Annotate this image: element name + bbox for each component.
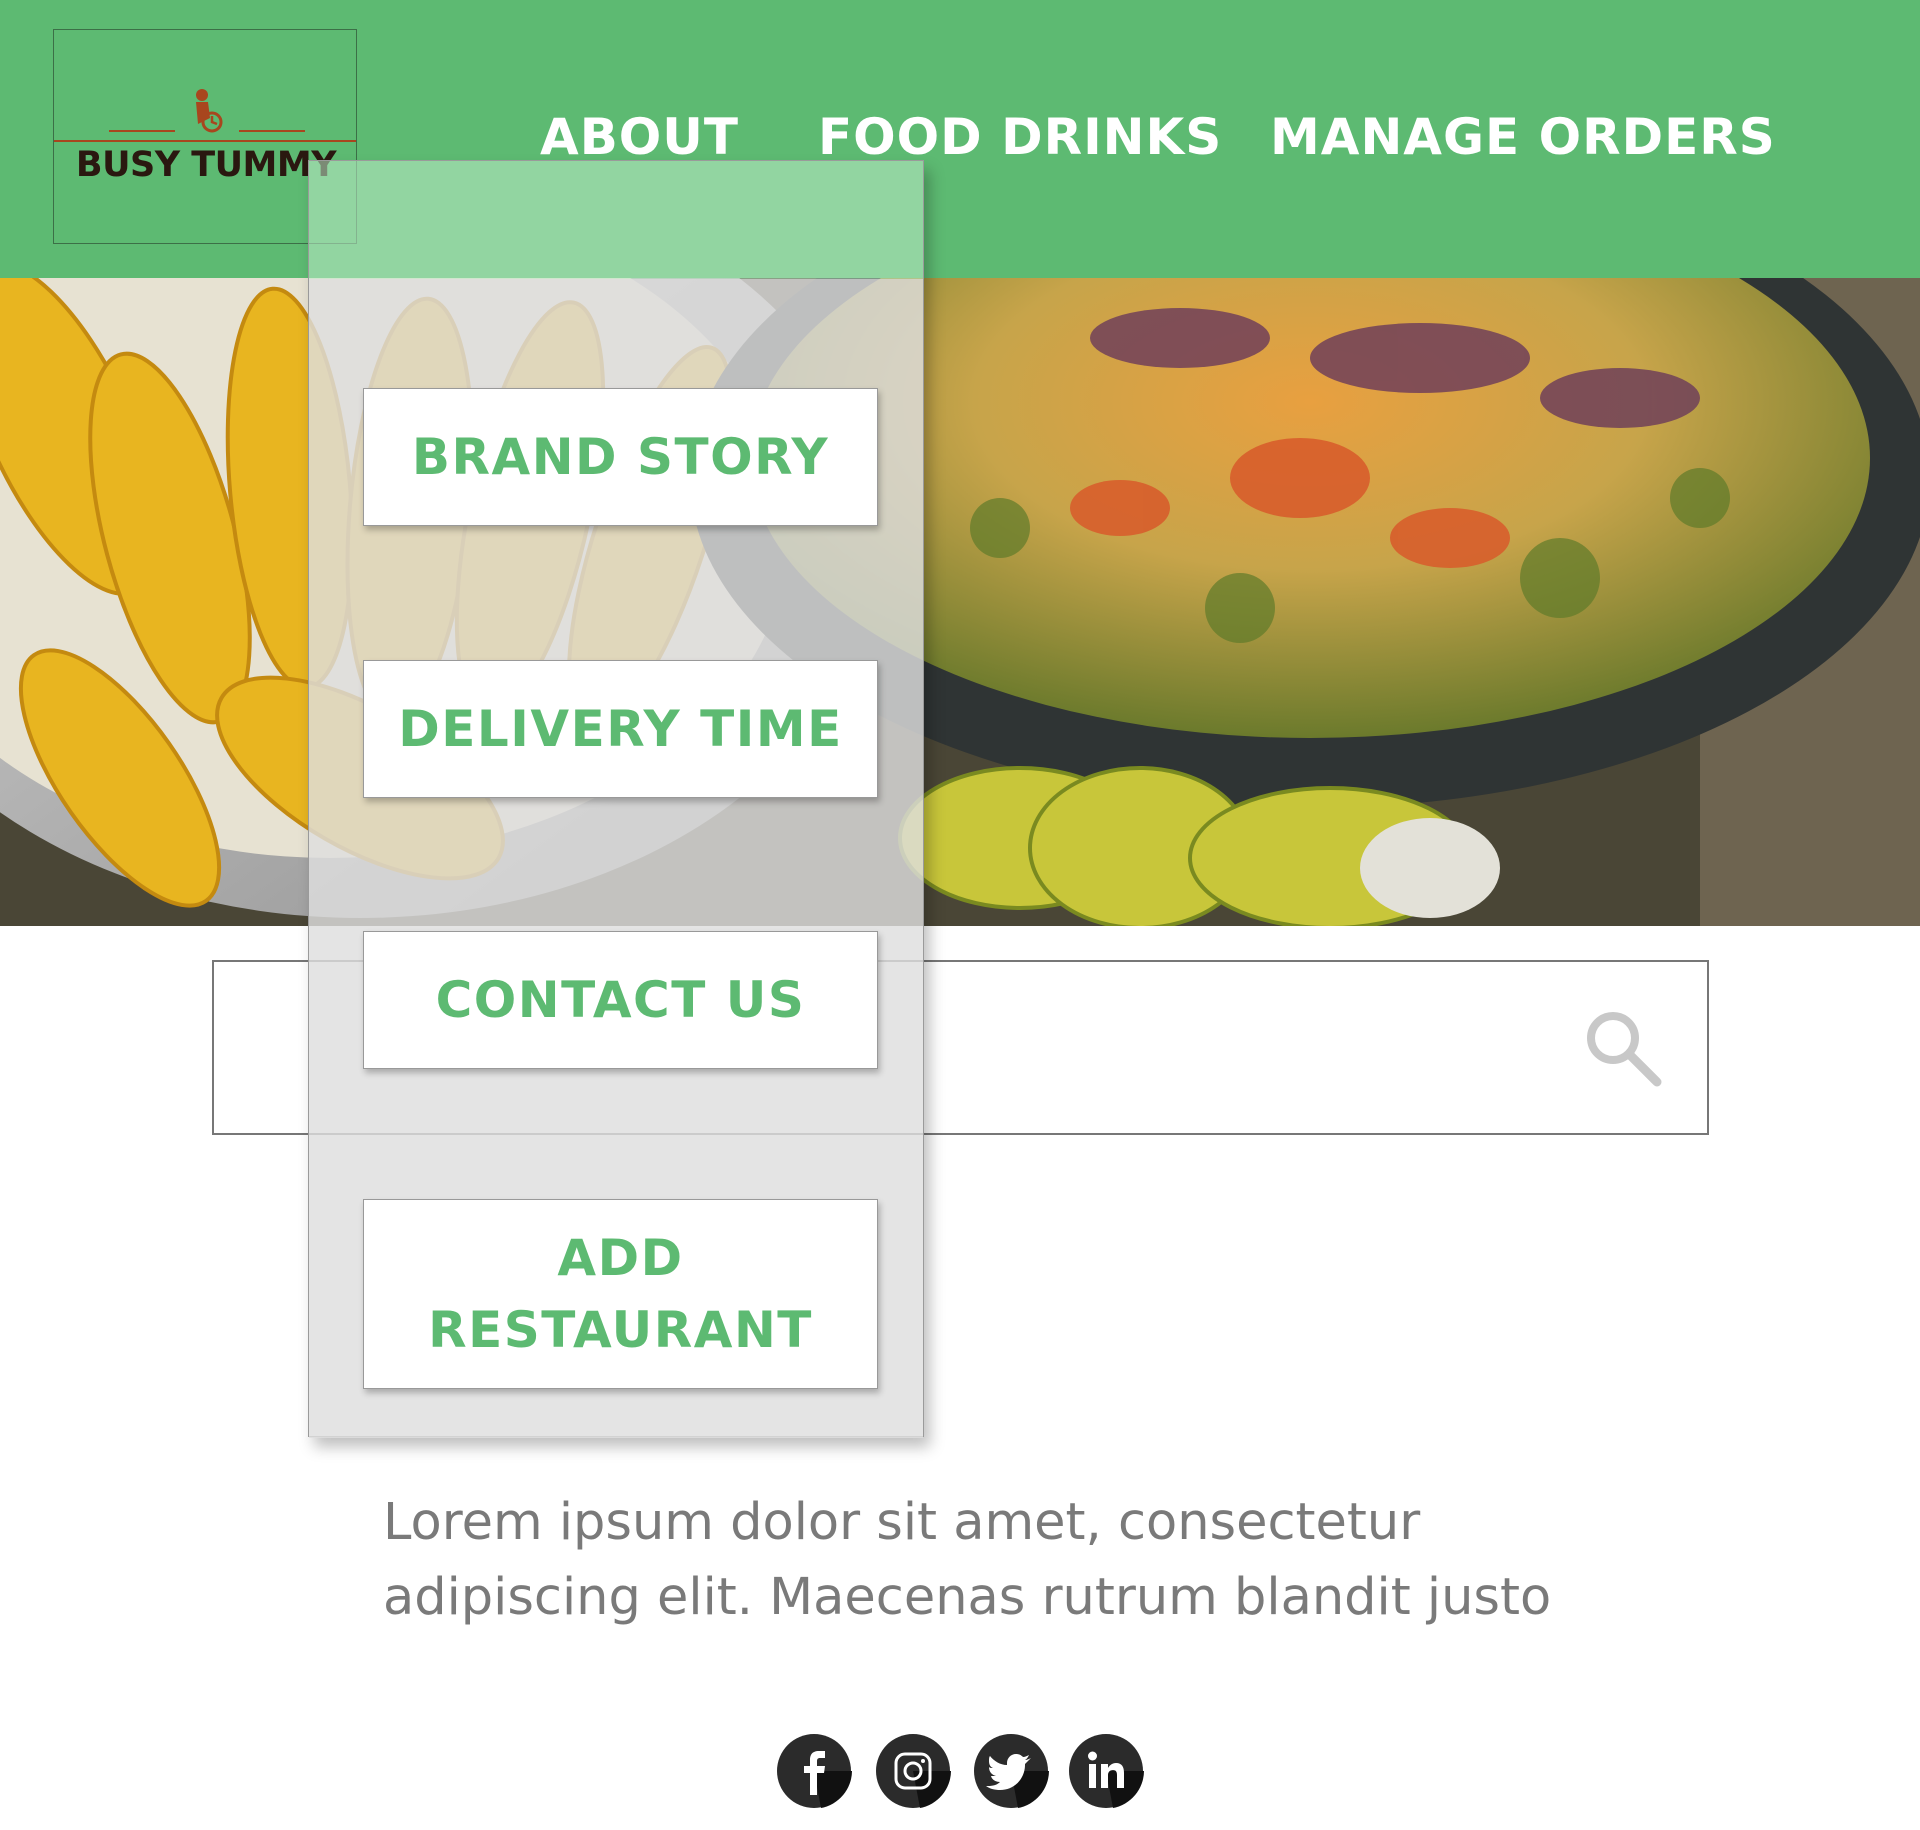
search-icon[interactable] <box>1581 1006 1665 1090</box>
menu-item-brand-story[interactable]: BRAND STORY <box>363 388 878 526</box>
header: BUSY TUMMY ABOUT FOOD DRINKS MANAGE ORDE… <box>0 0 1920 278</box>
hero-food-image <box>0 278 1920 926</box>
linkedin-icon[interactable] <box>1068 1733 1144 1809</box>
twitter-icon[interactable] <box>973 1733 1049 1809</box>
nav-about[interactable]: ABOUT <box>540 108 739 166</box>
facebook-icon[interactable] <box>776 1733 852 1809</box>
nav-manage-orders[interactable]: MANAGE ORDERS <box>1270 108 1776 166</box>
delivery-person-icon <box>196 89 223 133</box>
body-text: Lorem ipsum dolor sit amet, consectetur … <box>383 1493 1552 1627</box>
logo-line-left <box>109 130 175 132</box>
instagram-icon[interactable] <box>875 1733 951 1809</box>
menu-item-delivery-time[interactable]: DELIVERY TIME <box>363 660 878 798</box>
menu-item-contact-us[interactable]: CONTACT US <box>363 931 878 1069</box>
logo-line-right <box>239 130 305 132</box>
logo-underline <box>54 140 356 142</box>
nav-food-drinks[interactable]: FOOD DRINKS <box>818 108 1222 166</box>
menu-item-add-restaurant[interactable]: ADD RESTAURANT <box>363 1199 878 1389</box>
about-dropdown-menu: BRAND STORY DELIVERY TIME CONTACT US ADD… <box>308 160 924 1438</box>
hero-illustration <box>0 278 1920 926</box>
dropdown-header <box>309 161 923 279</box>
